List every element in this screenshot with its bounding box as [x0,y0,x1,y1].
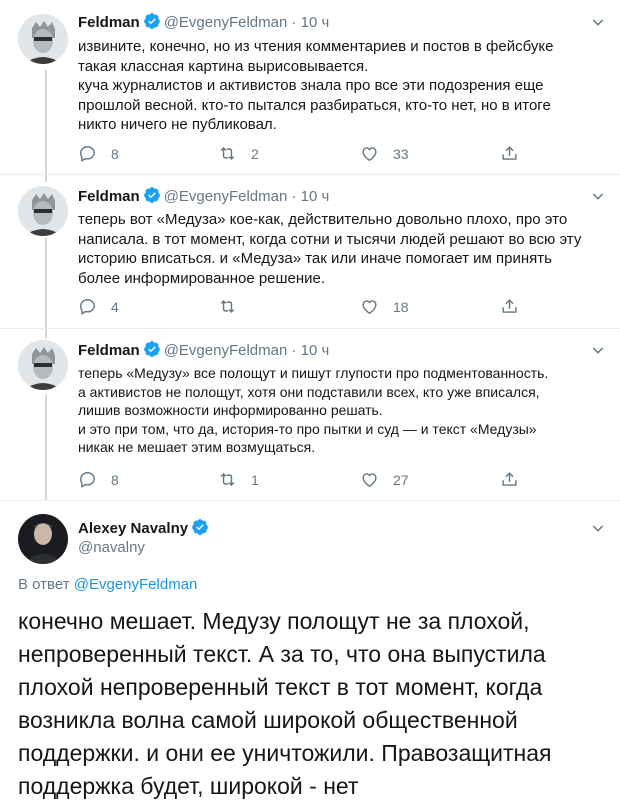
reply-context: В ответ @EvgenyFeldman [18,576,197,593]
reply-button[interactable]: 8 [78,470,119,489]
verified-icon [191,518,209,542]
chevron-down-icon[interactable] [590,342,606,358]
tweet-actions: 4 18 [78,297,598,319]
like-button[interactable]: 18 [360,297,409,316]
like-icon [362,300,377,315]
reply-to-link[interactable]: @EvgenyFeldman [74,576,198,593]
separator-dot: · [291,342,297,359]
retweet-count: 1 [251,471,259,488]
navalny-avatar-image [18,514,68,564]
author-handle[interactable]: @EvgenyFeldman [164,342,288,359]
share-icon [502,146,517,160]
chevron-down-icon[interactable] [590,188,606,204]
author-name[interactable]: Feldman [78,188,140,205]
tweet-actions: 8 2 33 [78,144,598,166]
share-button[interactable] [500,297,519,316]
author-handle[interactable]: @EvgenyFeldman [164,188,288,205]
timestamp[interactable]: 10 ч [301,188,330,205]
share-icon [502,299,517,313]
author-name[interactable]: Feldman [78,14,140,31]
tweet-header: Feldman @EvgenyFeldman · 10 ч [78,186,329,210]
avatar[interactable] [18,14,68,64]
reply-count: 4 [111,298,119,315]
tweet-text: конечно мешает. Медузу полощут не за пло… [18,608,552,799]
like-icon [362,473,377,488]
chevron-down-icon[interactable] [590,520,606,536]
like-count: 33 [393,145,409,162]
thread-line [45,395,47,500]
tweet-actions: 8 1 27 [78,470,598,492]
retweet-icon [220,146,235,161]
feldman-avatar-image [18,186,68,236]
avatar[interactable] [18,514,68,564]
reply-count: 8 [111,145,119,162]
reply-icon [80,472,95,488]
tweet-divider [0,174,620,175]
verified-icon [143,340,161,364]
feldman-avatar-image [18,14,68,64]
retweet-button[interactable]: 2 [218,144,259,163]
like-button[interactable]: 33 [360,144,409,163]
tweet-divider [0,328,620,329]
like-icon [362,147,377,162]
reply-button[interactable]: 4 [78,297,119,316]
feldman-avatar-image [18,340,68,390]
like-count: 27 [393,471,409,488]
tweet-divider [0,500,620,501]
avatar[interactable] [18,186,68,236]
share-button[interactable] [500,144,519,163]
retweet-icon [220,472,235,487]
tweet-header: Feldman @EvgenyFeldman · 10 ч [78,12,329,36]
author-handle[interactable]: @navalny [78,538,145,558]
chevron-down-icon[interactable] [590,14,606,30]
timestamp[interactable]: 10 ч [301,14,330,31]
share-button[interactable] [500,470,519,489]
retweet-button[interactable] [218,297,251,316]
verified-icon [143,12,161,36]
avatar[interactable] [18,340,68,390]
share-icon [502,472,517,486]
retweet-count: 2 [251,145,259,162]
tweet-text: теперь вот «Медуза» кое-как, действитель… [78,211,582,287]
separator-dot: · [291,188,297,205]
tweet-text: извините, конечно, но из чтения коммента… [78,38,554,133]
like-button[interactable]: 27 [360,470,409,489]
reply-icon [80,299,95,315]
author-name[interactable]: Alexey Navalny [78,520,188,537]
like-count: 18 [393,298,409,315]
author-handle[interactable]: @EvgenyFeldman [164,14,288,31]
retweet-icon [220,299,235,314]
thread-line [45,238,47,338]
reply-count: 8 [111,471,119,488]
reply-icon [80,146,95,162]
timestamp[interactable]: 10 ч [301,342,330,359]
author-name[interactable]: Feldman [78,342,140,359]
separator-dot: · [291,14,297,31]
tweet-header: Feldman @EvgenyFeldman · 10 ч [78,340,329,364]
reply-prefix: В ответ [18,576,74,593]
tweet-text: теперь «Медузу» все полощут и пишут глуп… [78,365,549,455]
retweet-button[interactable]: 1 [218,470,259,489]
thread-line [45,70,47,182]
reply-button[interactable]: 8 [78,144,119,163]
verified-icon [143,186,161,210]
